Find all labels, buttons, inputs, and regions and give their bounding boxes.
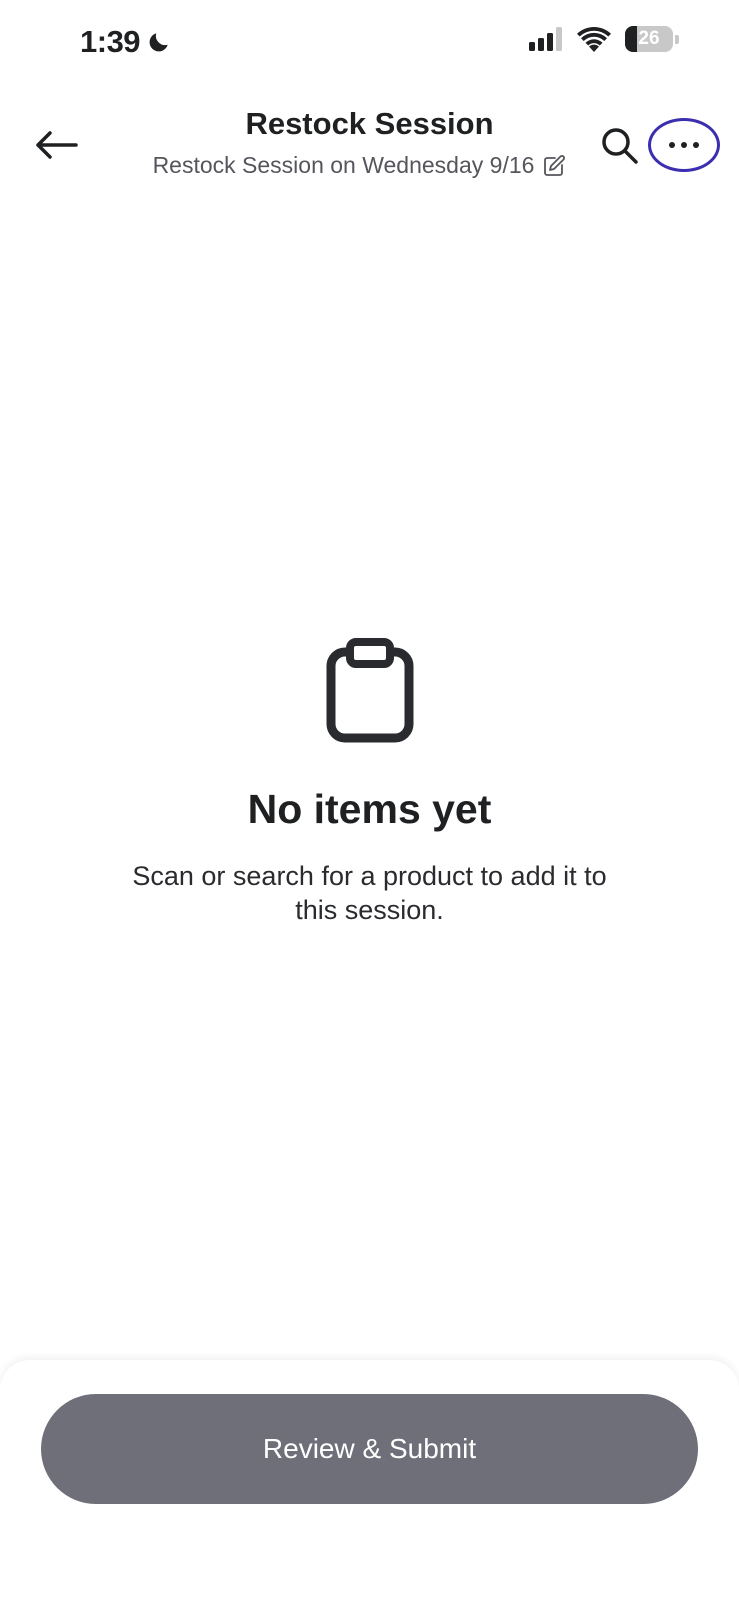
wifi-icon — [577, 26, 611, 52]
search-icon — [602, 128, 638, 164]
battery-nub — [675, 34, 679, 44]
bottom-panel: Review & Submit — [0, 1360, 739, 1599]
more-icon-dot — [681, 142, 687, 148]
search-button[interactable] — [596, 122, 644, 170]
review-submit-button[interactable]: Review & Submit — [41, 1394, 698, 1504]
clock-time: 1:39 — [80, 24, 141, 59]
status-time: 1:39 — [80, 24, 172, 60]
status-bar: 1:39 26 — [0, 0, 739, 90]
status-icons: 26 — [529, 26, 679, 52]
clipboard-icon — [326, 638, 413, 743]
more-options-button[interactable] — [648, 118, 720, 172]
empty-state: No items yet Scan or search for a produc… — [0, 638, 739, 927]
empty-state-title: No items yet — [247, 786, 492, 832]
moon-icon — [149, 33, 168, 52]
cellular-signal-icon — [529, 27, 562, 51]
session-name-label: Restock Session on Wednesday 9/16 — [152, 152, 535, 178]
empty-state-description: Scan or search for a product to add it t… — [132, 861, 607, 925]
edit-icon[interactable] — [542, 154, 566, 178]
battery-fill — [625, 26, 638, 52]
header: Restock Session Restock Session on Wedne… — [0, 100, 739, 200]
more-icon-dot — [693, 142, 699, 148]
battery-level: 26 — [638, 28, 660, 49]
more-icon — [669, 142, 675, 148]
battery-icon: 26 — [625, 26, 673, 52]
